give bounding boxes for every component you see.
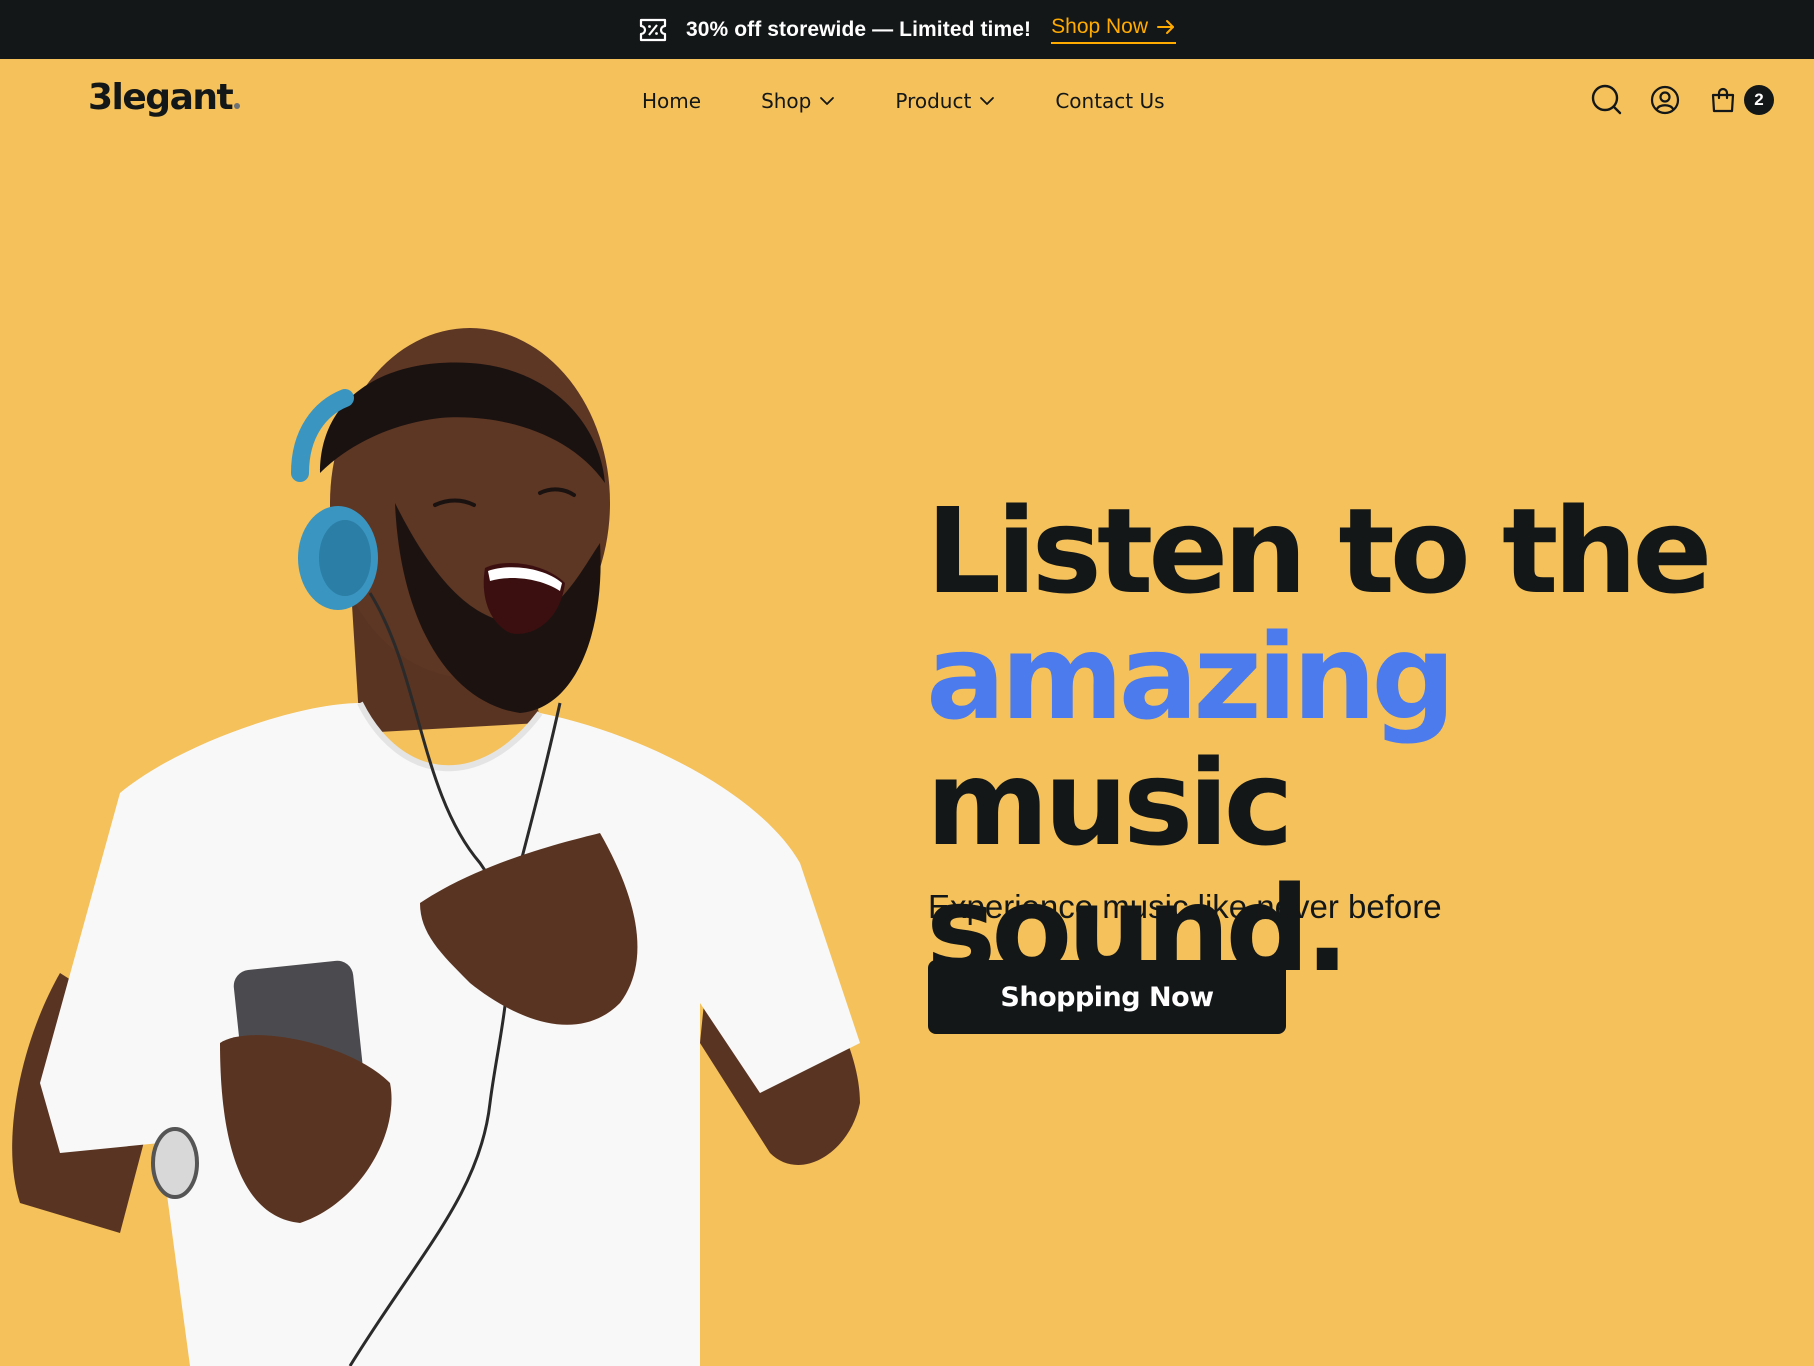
user-icon[interactable] bbox=[1648, 83, 1682, 117]
promo-link-label: Shop Now bbox=[1051, 15, 1149, 38]
nav-item-contact-us[interactable]: Contact Us bbox=[1055, 89, 1164, 113]
logo[interactable]: 3legant bbox=[88, 77, 241, 118]
logo-text: 3legant bbox=[88, 77, 234, 118]
cart-count-badge: 2 bbox=[1744, 85, 1774, 115]
nav-item-shop[interactable]: Shop bbox=[761, 89, 835, 113]
nav-item-label: Contact Us bbox=[1055, 89, 1165, 113]
nav-item-label: Shop bbox=[761, 89, 812, 113]
headline-accent-word: amazing bbox=[926, 608, 1456, 746]
search-icon[interactable] bbox=[1590, 83, 1624, 117]
promo-bar: 30% off storewide — Limited time! Shop N… bbox=[0, 0, 1814, 59]
nav-item-label: Product bbox=[895, 89, 972, 113]
promo-text: 30% off storewide — Limited time! bbox=[685, 17, 1032, 41]
promo-shop-now-link[interactable]: Shop Now bbox=[1051, 15, 1177, 44]
chevron-down-icon bbox=[819, 96, 835, 106]
header-actions: 2 bbox=[1590, 83, 1774, 117]
main-nav: Home Shop Product Contact Us bbox=[642, 59, 1165, 143]
hero-subtitle: Experience music like never before bbox=[928, 888, 1442, 925]
nav-item-label: Home bbox=[642, 89, 702, 113]
headline-line-1: Listen to the bbox=[926, 482, 1712, 620]
arrow-right-icon bbox=[1156, 19, 1176, 35]
nav-item-product[interactable]: Product bbox=[895, 89, 995, 113]
logo-dot bbox=[234, 103, 241, 109]
nav-item-home[interactable]: Home bbox=[642, 89, 701, 113]
headline-line-2-rest: music bbox=[926, 734, 1294, 872]
shopping-now-button[interactable]: Shopping Now bbox=[928, 960, 1286, 1034]
hero-photo-man-with-headphones bbox=[0, 143, 900, 1366]
cart-button[interactable]: 2 bbox=[1706, 83, 1774, 117]
site-header: 3legant Home Shop Product Contact Us 2 bbox=[0, 59, 1814, 143]
shopping-bag-icon bbox=[1706, 83, 1740, 117]
ticket-percent-icon bbox=[638, 16, 668, 44]
chevron-down-icon bbox=[979, 96, 995, 106]
